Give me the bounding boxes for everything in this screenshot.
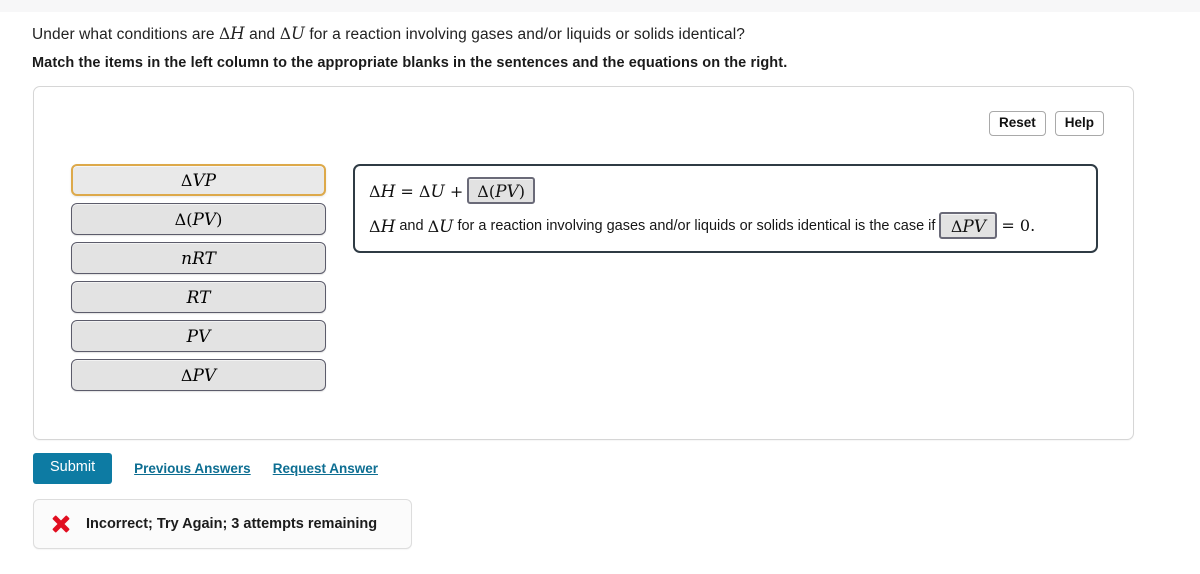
bank-item-4[interactable]: PV — [71, 320, 326, 352]
x-mark-icon — [51, 515, 70, 534]
answer-blank-2-label: ΔPV — [950, 215, 987, 236]
sentence-symbol-delta-u: ΔU — [427, 215, 454, 236]
question-prompt-mid: and — [244, 26, 280, 43]
bank-item-label: ΔPV — [180, 365, 217, 385]
feedback-box: Incorrect; Try Again; 3 attempts remaini… — [33, 499, 412, 549]
tool-buttons: Reset Help — [988, 111, 1104, 137]
request-answer-link[interactable]: Request Answer — [273, 461, 378, 476]
question-prompt-pre: Under what conditions are — [32, 26, 219, 43]
sentence-symbol-delta-h: ΔH — [369, 215, 396, 236]
sentence-text-after: = 0. — [1001, 216, 1036, 235]
item-bank: ΔVP Δ(PV) nRT RT PV ΔPV — [71, 164, 326, 398]
match-instruction: Match the items in the left column to th… — [32, 55, 788, 71]
help-button[interactable]: Help — [1054, 111, 1104, 137]
submit-row: Submit Previous Answers Request Answer — [33, 453, 378, 484]
question-prompt-post: for a reaction involving gases and/or li… — [304, 26, 746, 43]
bank-item-1[interactable]: Δ(PV) — [71, 203, 326, 235]
top-strip — [0, 0, 1200, 12]
submit-button[interactable]: Submit — [33, 453, 113, 484]
bank-item-label: PV — [186, 326, 211, 346]
previous-answers-link[interactable]: Previous Answers — [134, 461, 251, 476]
equation-row-1: ΔH = ΔU + Δ(PV) — [369, 177, 1082, 204]
sentence-text-and: and — [395, 217, 428, 234]
answer-blank-1-label: Δ(PV) — [477, 180, 525, 201]
equation-row-2: ΔH and ΔU for a reaction involving gases… — [369, 212, 1082, 239]
answer-panel: ΔH = ΔU + Δ(PV) ΔH and ΔU for a reaction… — [353, 164, 1098, 253]
sentence-text-main: for a reaction involving gases and/or li… — [453, 217, 936, 234]
question-symbol-delta-u: ΔU — [279, 24, 305, 43]
bank-item-label: Δ(PV) — [174, 209, 223, 229]
answer-blank-1[interactable]: Δ(PV) — [467, 177, 535, 204]
exercise-card: Reset Help ΔVP Δ(PV) nRT RT PV ΔPV ΔH = … — [33, 86, 1134, 440]
feedback-message: Incorrect; Try Again; 3 attempts remaini… — [86, 516, 378, 532]
question-prompt: Under what conditions are ΔH and ΔU for … — [32, 24, 745, 44]
bank-item-3[interactable]: RT — [71, 281, 326, 313]
equation-lhs: ΔH = ΔU + — [369, 180, 464, 201]
answer-blank-2[interactable]: ΔPV — [939, 212, 998, 239]
bank-item-2[interactable]: nRT — [71, 242, 326, 274]
bank-item-label: nRT — [181, 248, 216, 268]
question-symbol-delta-h: ΔH — [218, 24, 245, 43]
exercise-page: Under what conditions are ΔH and ΔU for … — [0, 0, 1200, 574]
bank-item-5[interactable]: ΔPV — [71, 359, 326, 391]
bank-item-0[interactable]: ΔVP — [71, 164, 326, 196]
bank-item-label: ΔVP — [180, 170, 217, 190]
reset-button[interactable]: Reset — [988, 111, 1046, 137]
bank-item-label: RT — [186, 287, 211, 307]
